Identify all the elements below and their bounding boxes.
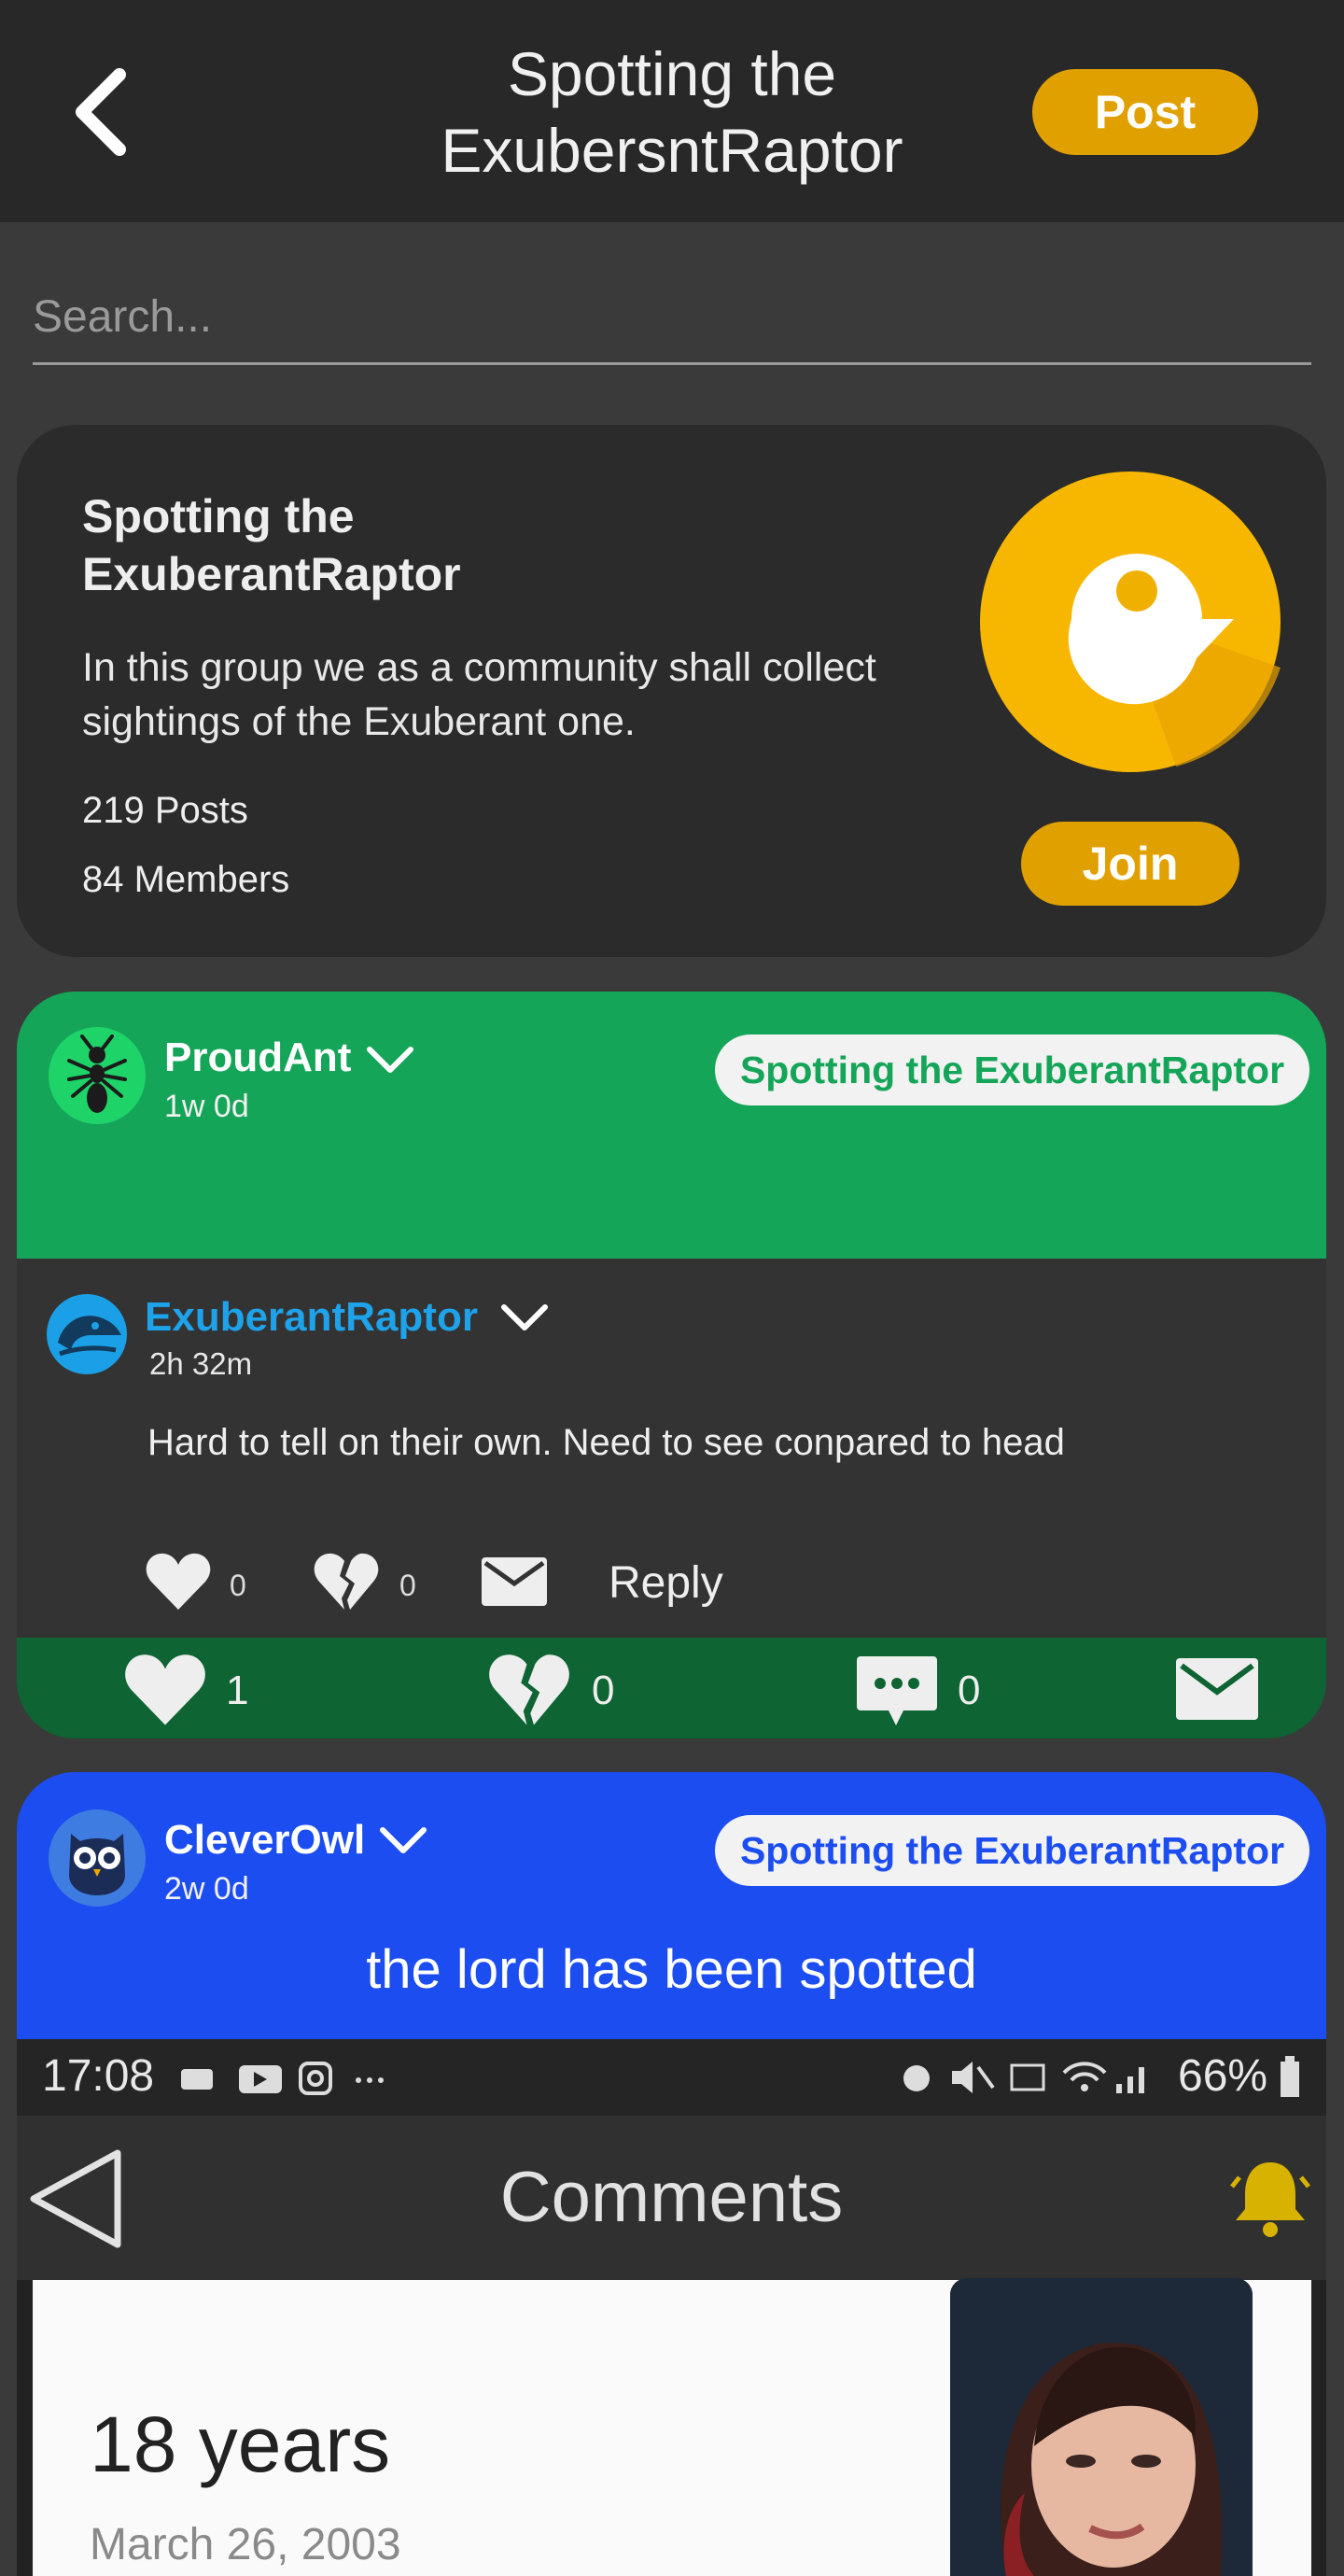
reply-button[interactable]: Reply [609, 1557, 723, 1609]
image-battery: 66% [1178, 2051, 1268, 2101]
chevron-down-icon[interactable] [366, 1044, 414, 1076]
mail-icon[interactable] [1174, 1656, 1260, 1722]
post-like-count: 1 [226, 1668, 249, 1713]
mail-icon[interactable] [480, 1555, 549, 1608]
post-dislike-count: 0 [592, 1668, 615, 1713]
post-comment-count: 0 [958, 1668, 981, 1713]
post-text: the lord has been spotted [366, 1939, 977, 2000]
heart-icon[interactable] [146, 1552, 211, 1612]
comment-text: Hard to tell on their own. Need to see c… [147, 1422, 1065, 1463]
comment-dislike-count: 0 [399, 1569, 416, 1602]
comment-timestamp: 2h 32m [149, 1346, 253, 1381]
comment-username[interactable]: ExuberantRaptor [145, 1294, 478, 1341]
group-member-count: 84 Members [82, 859, 290, 900]
page-title: Spotting the ExubersntRaptor [441, 39, 903, 185]
back-button[interactable] [65, 65, 149, 159]
post-button[interactable]: Post [1032, 69, 1258, 155]
bell-icon [1230, 2155, 1310, 2239]
chevron-left-icon [76, 68, 126, 156]
broken-heart-icon[interactable] [314, 1552, 379, 1612]
group-name: Spotting the ExuberantRaptor [82, 490, 461, 600]
group-tag[interactable]: Spotting the ExuberantRaptor [715, 1035, 1309, 1105]
group-post-count: 219 Posts [82, 790, 248, 831]
image-years-text: 18 years [90, 2400, 391, 2488]
status-icons [181, 2058, 396, 2099]
image-clock: 17:08 [42, 2051, 155, 2101]
post-username[interactable]: CleverOwl [164, 1817, 365, 1864]
post-header [17, 992, 1326, 1259]
system-status-icons [896, 2054, 1167, 2101]
group-tag[interactable]: Spotting the ExuberantRaptor [715, 1815, 1309, 1886]
battery-icon [1279, 2054, 1301, 2099]
group-logo-bird-icon [980, 472, 1281, 772]
image-title: Comments [499, 2158, 844, 2237]
search-input[interactable] [33, 271, 1311, 365]
chevron-down-icon[interactable] [379, 1824, 427, 1856]
heart-icon[interactable] [123, 1653, 207, 1727]
broken-heart-icon[interactable] [487, 1653, 571, 1727]
raptor-avatar-icon[interactable] [47, 1294, 127, 1374]
chevron-down-icon[interactable] [500, 1302, 549, 1333]
group-description: In this group we as a community shall co… [82, 645, 876, 744]
ant-avatar-icon[interactable] [49, 1027, 146, 1124]
post-action-bar [17, 1638, 1326, 1738]
post-timestamp: 1w 0d [164, 1089, 249, 1124]
post-username[interactable]: ProudAnt [164, 1035, 351, 1081]
image-portrait-photo [950, 2278, 1253, 2576]
comment-like-count: 0 [230, 1569, 246, 1602]
owl-avatar-icon[interactable] [49, 1809, 146, 1907]
comment-icon[interactable] [855, 1654, 939, 1729]
join-group-button[interactable]: Join [1021, 822, 1239, 906]
post-timestamp: 2w 0d [164, 1871, 249, 1907]
image-date-text: March 26, 2003 [90, 2520, 401, 2569]
